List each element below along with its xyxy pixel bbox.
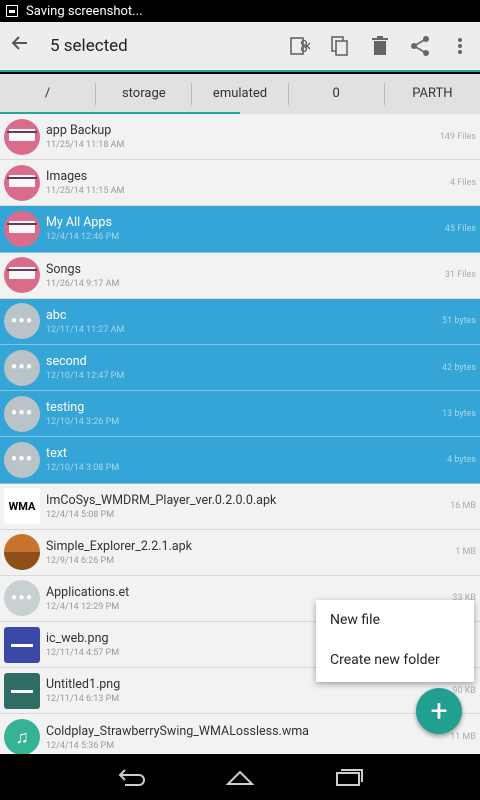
file-name: text: [46, 446, 68, 462]
breadcrumb-storage[interactable]: storage: [96, 83, 193, 105]
file-name: Applications.et: [46, 584, 130, 600]
breadcrumb-parth[interactable]: PARTH: [385, 83, 480, 105]
list-item[interactable]: Images 11/25/14 11:15 AM 4 Files: [0, 160, 480, 207]
file-date: 12/10/14 3:26 PM: [46, 417, 120, 428]
file-date: 11/26/14 9:17 AM: [46, 278, 120, 289]
breadcrumb-emulated[interactable]: emulated: [192, 83, 289, 105]
file-date: 11/25/14 11:15 AM: [46, 186, 125, 197]
image-file-icon: [4, 672, 40, 709]
list-item[interactable]: Simple_Explorer_2.2.1.apk 12/9/14 6:26 PM…: [0, 530, 480, 576]
menu-create-folder[interactable]: Create new folder: [316, 640, 474, 680]
list-item[interactable]: ••• second 12/10/14 12:47 PM 42 bytes: [0, 344, 480, 392]
file-date: 12/4/14 5:36 PM: [46, 740, 115, 751]
file-icon: •••: [4, 580, 40, 617]
cut-icon[interactable]: [280, 26, 320, 66]
music-file-icon: ♫: [4, 719, 40, 754]
list-item-text: My All Apps 12/4/14 12:46 PM: [46, 215, 445, 242]
delete-icon[interactable]: [360, 26, 400, 66]
file-size: 4 Files: [449, 177, 476, 188]
list-item[interactable]: ••• abc 12/11/14 11:27 AM 51 bytes: [0, 298, 480, 345]
file-name: Coldplay_StrawberrySwing_WMALossless.wma: [46, 723, 309, 739]
folder-icon: [4, 210, 40, 247]
file-name: ImCoSys_WMDRM_Player_ver.0.2.0.0.apk: [46, 492, 277, 508]
share-icon[interactable]: [400, 26, 440, 66]
screenshot-notification-icon: [6, 5, 18, 17]
action-toolbar: 5 selected: [0, 22, 480, 72]
file-date: 11/25/14 11:18 AM: [46, 140, 125, 151]
menu-new-file[interactable]: New file: [316, 600, 474, 640]
fab-popup-menu: New file Create new folder: [316, 600, 474, 682]
list-item-text: text 12/10/14 3:08 PM: [46, 446, 447, 473]
file-icon: •••: [4, 349, 40, 386]
file-size: 13 bytes: [442, 408, 476, 419]
file-date: 12/9/14 6:26 PM: [46, 555, 115, 566]
file-name: Simple_Explorer_2.2.1.apk: [46, 538, 192, 554]
file-date: 12/10/14 12:47 PM: [46, 371, 125, 382]
image-file-icon: [4, 626, 40, 663]
nav-home-icon[interactable]: [216, 762, 264, 792]
file-size: 90 KB: [452, 685, 476, 696]
file-name: testing: [46, 400, 85, 416]
file-icon: •••: [4, 395, 40, 432]
file-date: 12/10/14 3:08 PM: [46, 463, 120, 474]
copy-icon[interactable]: [320, 26, 360, 66]
list-item[interactable]: ♫ Coldplay_StrawberrySwing_WMALossless.wm…: [0, 714, 480, 754]
list-item[interactable]: My All Apps 12/4/14 12:46 PM 45 Files: [0, 206, 480, 253]
file-date: 12/4/14 12:46 PM: [46, 232, 120, 243]
list-item-text: Simple_Explorer_2.2.1.apk 12/9/14 6:26 PM: [46, 539, 455, 566]
file-size: 51 bytes: [442, 316, 476, 327]
file-name: My All Apps: [46, 215, 112, 231]
list-item-text: Songs 11/26/14 9:17 AM: [46, 262, 445, 289]
list-item-text: Images 11/25/14 11:15 AM: [46, 169, 450, 196]
list-item-text: Coldplay_StrawberrySwing_WMALossless.wma…: [46, 724, 450, 751]
list-item[interactable]: ••• text 12/10/14 3:08 PM 4 bytes: [0, 437, 480, 484]
wma-app-icon: WMA: [4, 488, 40, 525]
file-name: abc: [46, 307, 67, 323]
file-name: second: [46, 354, 87, 370]
apk-icon: [4, 534, 40, 571]
file-size: 16 MB: [450, 501, 476, 512]
file-size: 42 bytes: [442, 362, 476, 373]
list-item-text: testing 12/10/14 3:26 PM: [46, 400, 442, 427]
status-text: Saving screenshot...: [26, 3, 143, 19]
folder-icon: [4, 164, 40, 201]
list-item[interactable]: ••• testing 12/10/14 3:26 PM 13 bytes: [0, 391, 480, 438]
file-date: 12/11/14 11:27 AM: [46, 324, 125, 335]
list-item-text: ImCoSys_WMDRM_Player_ver.0.2.0.0.apk 12/4…: [46, 493, 450, 520]
file-icon: •••: [4, 441, 40, 478]
navigation-bar: [0, 754, 480, 800]
back-arrow-icon[interactable]: [0, 33, 40, 59]
file-size: 149 Files: [439, 131, 476, 142]
list-item-text: abc 12/11/14 11:27 AM: [46, 308, 442, 335]
list-item-text: app Backup 11/25/14 11:18 AM: [46, 123, 440, 150]
nav-back-icon[interactable]: [108, 762, 156, 792]
file-size: 11 MB: [450, 732, 476, 743]
file-size: 4 bytes: [447, 454, 476, 465]
breadcrumb-root[interactable]: /: [0, 83, 97, 105]
status-bar: Saving screenshot...: [0, 0, 480, 22]
file-name: Images: [46, 169, 88, 185]
folder-icon: [4, 257, 40, 294]
folder-icon: [4, 118, 40, 155]
file-icon: •••: [4, 303, 40, 340]
file-name: Songs: [46, 261, 81, 277]
add-fab-button[interactable]: +: [416, 688, 462, 734]
file-size: 31 Files: [444, 270, 476, 281]
list-item[interactable]: Songs 11/26/14 9:17 AM 31 Files: [0, 253, 480, 299]
nav-recents-icon[interactable]: [324, 762, 372, 792]
file-name: app Backup: [46, 123, 112, 139]
selection-count-title: 5 selected: [50, 36, 128, 56]
breadcrumb-0[interactable]: 0: [289, 83, 385, 105]
file-date: 12/11/14 6:13 PM: [46, 694, 120, 705]
list-item[interactable]: WMA ImCoSys_WMDRM_Player_ver.0.2.0.0.apk 1…: [0, 484, 480, 530]
breadcrumb: / storage emulated 0 PARTH: [0, 74, 480, 114]
list-item-text: second 12/10/14 12:47 PM: [46, 354, 442, 381]
list-item[interactable]: app Backup 11/25/14 11:18 AM 149 Files: [0, 114, 480, 161]
file-size: 45 Files: [444, 223, 476, 234]
file-date: 12/4/14 5:08 PM: [46, 509, 115, 520]
file-size: 1 MB: [455, 547, 476, 558]
overflow-menu-icon[interactable]: [440, 26, 480, 66]
